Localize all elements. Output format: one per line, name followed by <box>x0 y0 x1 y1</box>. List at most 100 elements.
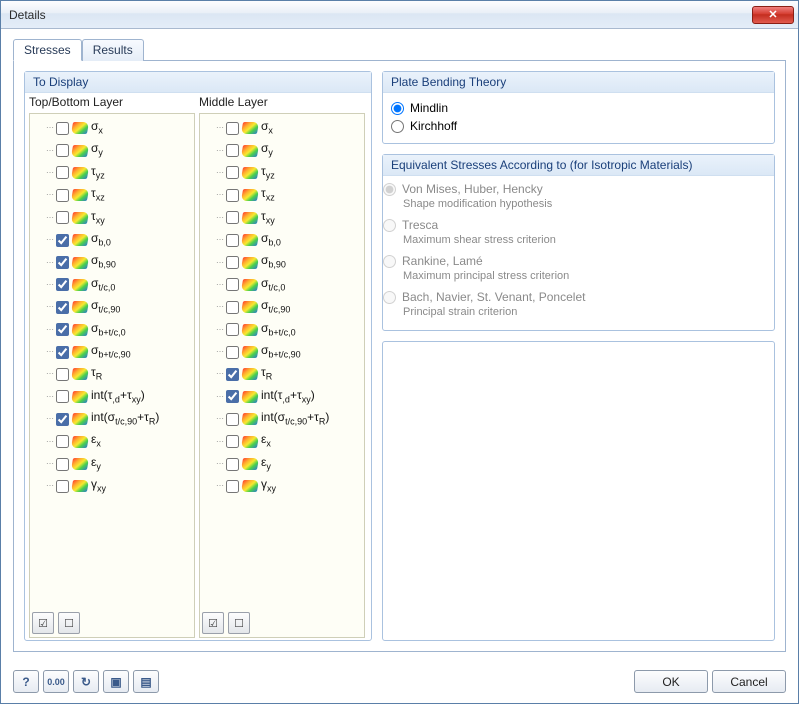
stress-contour-icon <box>241 167 259 179</box>
middle-checkbox-14[interactable] <box>226 435 239 448</box>
tree-connector-icon: ⋯ <box>216 299 223 315</box>
tree-connector-icon: ⋯ <box>216 232 223 248</box>
top-bottom-checkbox-5[interactable] <box>56 234 69 247</box>
equiv-sublabel-0: Shape modification hypothesis <box>383 198 774 210</box>
equiv-radio-2 <box>383 255 396 268</box>
middle-label-7: σt/c,0 <box>261 275 285 295</box>
top-bottom-checkbox-13[interactable] <box>56 413 69 426</box>
top-bottom-item-16: ⋯γxy <box>32 475 192 497</box>
top-bottom-label-12: int(τ,d+τxy) <box>91 387 145 407</box>
stress-contour-icon <box>241 391 259 403</box>
select-all-col2[interactable]: ☑ <box>202 612 224 634</box>
middle-checkbox-8[interactable] <box>226 301 239 314</box>
middle-item-5: ⋯σb,0 <box>202 229 362 251</box>
top-bottom-label-16: γxy <box>91 476 106 496</box>
middle-checkbox-7[interactable] <box>226 278 239 291</box>
top-bottom-checkbox-7[interactable] <box>56 278 69 291</box>
middle-checkbox-13[interactable] <box>226 413 239 426</box>
top-bottom-checkbox-15[interactable] <box>56 458 69 471</box>
tree-connector-icon: ⋯ <box>216 143 223 159</box>
plate-bending-radio-1[interactable] <box>391 120 404 133</box>
top-bottom-checkbox-4[interactable] <box>56 211 69 224</box>
middle-item-13: ⋯int(σt/c,90+τR) <box>202 408 362 430</box>
top-bottom-item-10: ⋯σb+t/c,90 <box>32 341 192 363</box>
tree-connector-icon: ⋯ <box>46 322 53 338</box>
stress-contour-icon <box>241 122 259 134</box>
middle-label-9: σb+t/c,0 <box>261 320 296 340</box>
ok-button[interactable]: OK <box>634 670 708 693</box>
top-bottom-checkbox-16[interactable] <box>56 480 69 493</box>
top-bottom-checkbox-3[interactable] <box>56 189 69 202</box>
equiv-sublabel-1: Maximum shear stress criterion <box>383 234 774 246</box>
middle-checkbox-2[interactable] <box>226 166 239 179</box>
top-bottom-checkbox-12[interactable] <box>56 390 69 403</box>
top-bottom-item-11: ⋯τR <box>32 363 192 385</box>
cancel-button[interactable]: Cancel <box>712 670 786 693</box>
tab-stresses[interactable]: Stresses <box>13 39 82 61</box>
middle-item-4: ⋯τxy <box>202 207 362 229</box>
plate-bending-option-1: Kirchhoff <box>391 117 766 135</box>
close-button[interactable]: ✕ <box>752 6 794 24</box>
tree-connector-icon: ⋯ <box>46 389 53 405</box>
stress-contour-icon <box>71 480 89 492</box>
tree-connector-icon: ⋯ <box>46 255 53 271</box>
top-bottom-checkbox-6[interactable] <box>56 256 69 269</box>
top-bottom-item-8: ⋯σt/c,90 <box>32 296 192 318</box>
stress-contour-icon <box>71 145 89 157</box>
middle-checkbox-6[interactable] <box>226 256 239 269</box>
plate-bending-label-0: Mindlin <box>410 101 448 115</box>
middle-label-16: γxy <box>261 476 276 496</box>
to-display-group: To Display Top/Bottom Layer Middle Layer… <box>24 71 372 641</box>
middle-checkbox-9[interactable] <box>226 323 239 336</box>
top-bottom-item-14: ⋯εx <box>32 430 192 452</box>
export-button[interactable]: ▣ <box>103 670 129 693</box>
middle-checkbox-10[interactable] <box>226 346 239 359</box>
middle-item-7: ⋯σt/c,0 <box>202 274 362 296</box>
window-title: Details <box>9 8 752 22</box>
top-bottom-checkbox-2[interactable] <box>56 166 69 179</box>
tab-panel: To Display Top/Bottom Layer Middle Layer… <box>13 60 786 652</box>
top-bottom-checkbox-11[interactable] <box>56 368 69 381</box>
refresh-button[interactable]: ↻ <box>73 670 99 693</box>
tree-connector-icon: ⋯ <box>46 277 53 293</box>
stress-contour-icon <box>241 458 259 470</box>
middle-item-8: ⋯σt/c,90 <box>202 296 362 318</box>
tab-results[interactable]: Results <box>82 39 144 61</box>
select-all-col1[interactable]: ☑ <box>32 612 54 634</box>
stress-contour-icon <box>71 391 89 403</box>
middle-checkbox-0[interactable] <box>226 122 239 135</box>
export2-button[interactable]: ▤ <box>133 670 159 693</box>
top-bottom-checkbox-14[interactable] <box>56 435 69 448</box>
equiv-label-1: Tresca <box>402 218 438 232</box>
decimal-button[interactable]: 0.00 <box>43 670 69 693</box>
middle-checkbox-15[interactable] <box>226 458 239 471</box>
top-bottom-checkbox-1[interactable] <box>56 144 69 157</box>
middle-label-3: τxz <box>261 185 275 205</box>
help-button[interactable]: ? <box>13 670 39 693</box>
plate-bending-radio-0[interactable] <box>391 102 404 115</box>
top-bottom-item-5: ⋯σb,0 <box>32 229 192 251</box>
top-bottom-checkbox-8[interactable] <box>56 301 69 314</box>
top-bottom-label-5: σb,0 <box>91 230 111 250</box>
to-display-area: To Display Top/Bottom Layer Middle Layer… <box>24 71 372 641</box>
top-bottom-checkbox-0[interactable] <box>56 122 69 135</box>
tree-connector-icon: ⋯ <box>216 187 223 203</box>
middle-checkbox-4[interactable] <box>226 211 239 224</box>
middle-checkbox-12[interactable] <box>226 390 239 403</box>
deselect-all-col2[interactable]: ☐ <box>228 612 250 634</box>
top-bottom-checkbox-9[interactable] <box>56 323 69 336</box>
top-bottom-checkbox-10[interactable] <box>56 346 69 359</box>
middle-checkbox-5[interactable] <box>226 234 239 247</box>
middle-label-0: σx <box>261 118 273 138</box>
tree-connector-icon: ⋯ <box>46 411 53 427</box>
deselect-all-col1[interactable]: ☐ <box>58 612 80 634</box>
tree-connector-icon: ⋯ <box>216 255 223 271</box>
middle-checkbox-3[interactable] <box>226 189 239 202</box>
middle-item-12: ⋯int(τ,d+τxy) <box>202 386 362 408</box>
middle-checkbox-11[interactable] <box>226 368 239 381</box>
middle-checkbox-1[interactable] <box>226 144 239 157</box>
middle-label-6: σb,90 <box>261 252 286 272</box>
middle-item-2: ⋯τyz <box>202 162 362 184</box>
middle-checkbox-16[interactable] <box>226 480 239 493</box>
stress-contour-icon <box>241 324 259 336</box>
